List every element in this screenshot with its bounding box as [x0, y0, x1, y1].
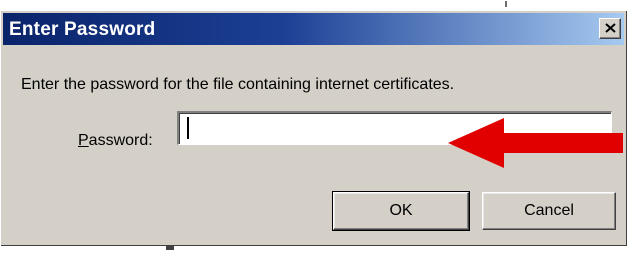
background-window-mark — [166, 246, 174, 250]
password-label-mnemonic: P — [78, 132, 89, 149]
ok-button[interactable]: OK — [332, 191, 470, 231]
cancel-button[interactable]: Cancel — [482, 192, 616, 230]
close-button[interactable] — [599, 18, 621, 39]
password-label-text: assword: — [88, 132, 153, 149]
red-arrow-left-icon — [448, 118, 623, 168]
text-caret — [187, 117, 189, 139]
password-label: Password: — [78, 132, 153, 150]
dialog-title: Enter Password — [9, 19, 156, 40]
window-edge-tick — [505, 1, 507, 7]
close-x-icon — [605, 23, 616, 33]
screenshot-canvas: Enter Password Enter the password for th… — [0, 0, 627, 256]
dialog-message: Enter the password for the file containi… — [21, 76, 455, 93]
background-window-edge — [0, 0, 627, 8]
dialog-titlebar[interactable]: Enter Password — [3, 13, 624, 45]
